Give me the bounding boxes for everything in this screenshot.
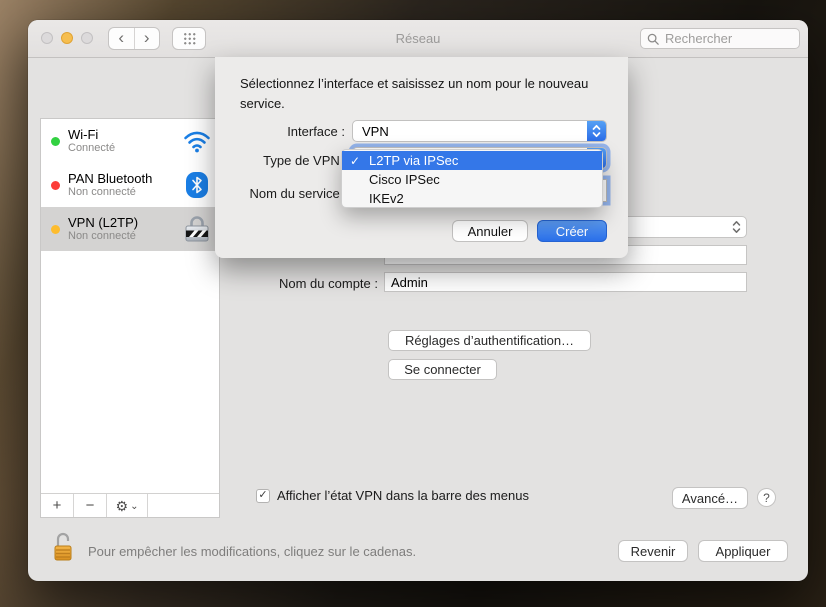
services-sidebar: Wi-Fi Connecté PAN Bluetooth Non connect… [40,118,220,518]
advanced-button[interactable]: Avancé… [672,487,748,509]
popup-chevrons-icon [587,121,606,141]
service-name: VPN (L2TP) [68,215,138,230]
interface-popup[interactable]: VPN [352,120,607,142]
vpn-lock-icon [183,215,211,243]
service-status: Connecté [68,142,115,155]
connect-button[interactable]: Se connecter [388,359,497,380]
show-vpn-status-checkbox[interactable]: ✓ [256,489,270,503]
account-field[interactable]: Admin [384,272,747,292]
help-button[interactable]: ? [757,488,776,507]
plus-icon: + [53,497,62,514]
network-preferences-window: Réseau ‹ › Wi-Fi Connecté [28,20,808,581]
popup-chevrons-icon [732,220,741,234]
minimize-button[interactable] [61,32,73,44]
interface-value: VPN [353,124,389,139]
remove-service-button[interactable]: − [74,494,107,517]
question-icon: ? [763,491,770,505]
sheet-message: Sélectionnez l’interface et saisissez un… [240,74,602,113]
sidebar-item-vpn-l2tp[interactable]: VPN (L2TP) Non connecté [41,207,219,251]
forward-button[interactable]: › [135,28,160,49]
wifi-icon [183,127,211,155]
gear-icon: ⚙ [116,499,129,513]
chevron-down-icon: ⌄ [130,502,138,512]
menu-item-l2tp[interactable]: ✓ L2TP via IPSec [342,151,602,170]
search-input[interactable] [663,30,793,47]
service-status: Non connecté [68,230,138,243]
service-name-label: Nom du service : [215,186,347,201]
check-icon: ✓ [350,154,360,168]
search-icon [647,33,659,45]
service-name: PAN Bluetooth [68,171,152,186]
vpn-type-menu: ✓ L2TP via IPSec Cisco IPSec IKEv2 [341,149,603,208]
back-button[interactable]: ‹ [109,28,135,49]
sidebar-item-wifi[interactable]: Wi-Fi Connecté [41,119,219,163]
unlocked-padlock-icon[interactable] [52,531,76,563]
search-field[interactable] [640,28,800,49]
revert-button[interactable]: Revenir [618,540,688,562]
chevron-right-icon: › [144,29,150,46]
menu-item-ikev2[interactable]: IKEv2 [342,189,602,208]
show-vpn-status-row: ✓ Afficher l’état VPN dans la barre des … [256,488,529,503]
sidebar-action-bar: + − ⚙ ⌄ [41,493,219,517]
status-dot-idle [51,225,60,234]
bluetooth-icon [183,171,211,199]
service-status: Non connecté [68,186,152,199]
apply-button[interactable]: Appliquer [698,540,788,562]
nav-buttons: ‹ › [108,27,160,50]
add-service-button[interactable]: + [41,494,74,517]
status-dot-connected [51,137,60,146]
cancel-button[interactable]: Annuler [452,220,528,242]
zoom-button[interactable] [81,32,93,44]
new-service-sheet: Sélectionnez l’interface et saisissez un… [215,57,628,258]
service-actions-button[interactable]: ⚙ ⌄ [107,494,148,517]
create-button[interactable]: Créer [537,220,607,242]
vpn-type-label: Type de VPN : [215,153,347,168]
close-button[interactable] [41,32,53,44]
grid-icon [182,31,197,46]
traffic-lights [41,32,93,44]
show-vpn-status-label: Afficher l’état VPN dans la barre des me… [277,488,529,503]
lock-hint-text: Pour empêcher les modifications, cliquez… [88,544,416,559]
minus-icon: − [86,497,95,514]
service-name: Wi-Fi [68,127,115,142]
check-icon: ✓ [258,490,267,501]
account-label: Nom du compte : [208,276,378,291]
show-all-button[interactable] [172,27,206,50]
toolbar: Réseau ‹ › [28,20,808,58]
chevron-left-icon: ‹ [118,29,124,46]
status-dot-disconnected [51,181,60,190]
interface-label: Interface : [215,124,345,139]
sidebar-item-pan-bluetooth[interactable]: PAN Bluetooth Non connecté [41,163,219,207]
menu-item-cisco[interactable]: Cisco IPSec [342,170,602,189]
account-value: Admin [391,275,428,290]
auth-settings-button[interactable]: Réglages d’authentification… [388,330,591,351]
